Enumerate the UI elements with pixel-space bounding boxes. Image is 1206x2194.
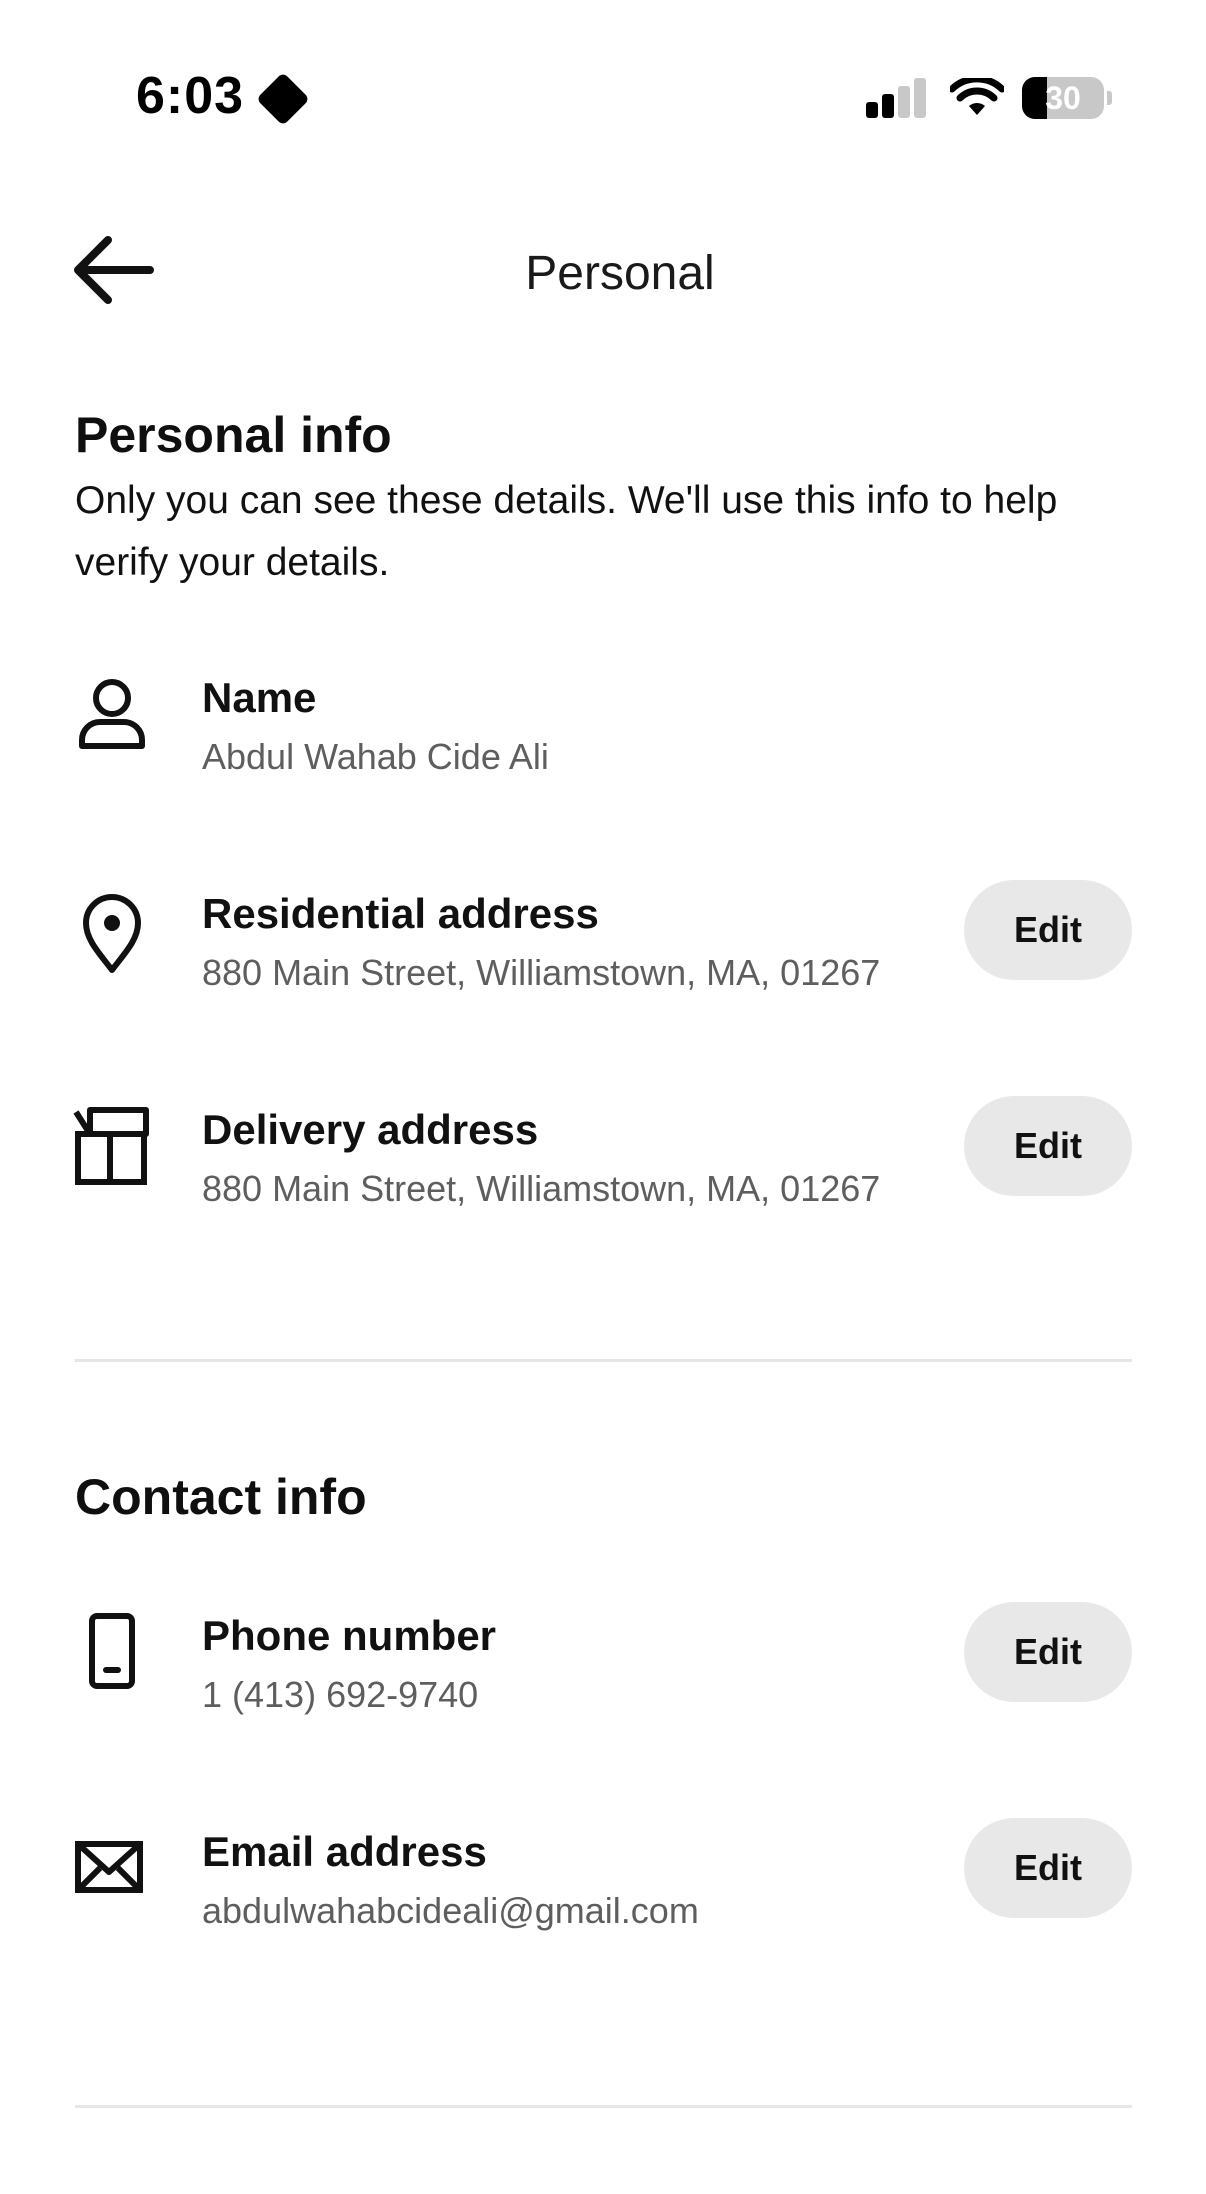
residential-address-value: 880 Main Street, Williamstown, MA, 01267	[202, 952, 881, 993]
page-title: Personal	[525, 247, 715, 300]
phone-icon	[89, 1613, 135, 1689]
name-value: Abdul Wahab Cide Ali	[202, 736, 549, 777]
edit-email-address-button[interactable]: Edit	[964, 1818, 1132, 1918]
battery-cap	[1107, 91, 1112, 105]
personal-info-title: Personal info	[75, 407, 392, 463]
email-address-value: abdulwahabcideali@gmail.com	[202, 1890, 699, 1931]
edit-phone-number-button[interactable]: Edit	[964, 1602, 1132, 1702]
edit-residential-address-button[interactable]: Edit	[964, 880, 1132, 980]
section-divider	[75, 1359, 1132, 1362]
person-icon	[79, 679, 145, 749]
name-row: Name Abdul Wahab Cide Ali	[0, 674, 1206, 814]
diamond-icon	[256, 72, 310, 126]
package-icon	[73, 1107, 149, 1185]
delivery-address-label: Delivery address	[202, 1106, 539, 1153]
battery-icon: 30	[1022, 77, 1104, 119]
location-pin-icon	[83, 894, 141, 973]
status-bar: 6:03 30	[0, 0, 1206, 190]
edit-delivery-address-button[interactable]: Edit	[964, 1096, 1132, 1196]
email-address-label: Email address	[202, 1828, 487, 1875]
contact-info-title: Contact info	[75, 1469, 367, 1525]
envelope-icon	[75, 1841, 143, 1893]
name-label: Name	[202, 674, 317, 721]
section-divider	[75, 2105, 1132, 2108]
wifi-icon	[950, 78, 1004, 115]
personal-info-description: Only you can see these details. We'll us…	[75, 479, 1058, 584]
cellular-signal-icon	[866, 78, 928, 118]
residential-address-label: Residential address	[202, 890, 599, 937]
status-time: 6:03	[136, 67, 245, 125]
phone-number-value: 1 (413) 692-9740	[202, 1674, 479, 1715]
delivery-address-value: 880 Main Street, Williamstown, MA, 01267	[202, 1168, 881, 1209]
battery-level: 30	[1045, 80, 1081, 116]
personal-screen: 6:03 30 Personal Personal info Only you …	[0, 0, 1206, 2194]
phone-number-label: Phone number	[202, 1612, 497, 1659]
